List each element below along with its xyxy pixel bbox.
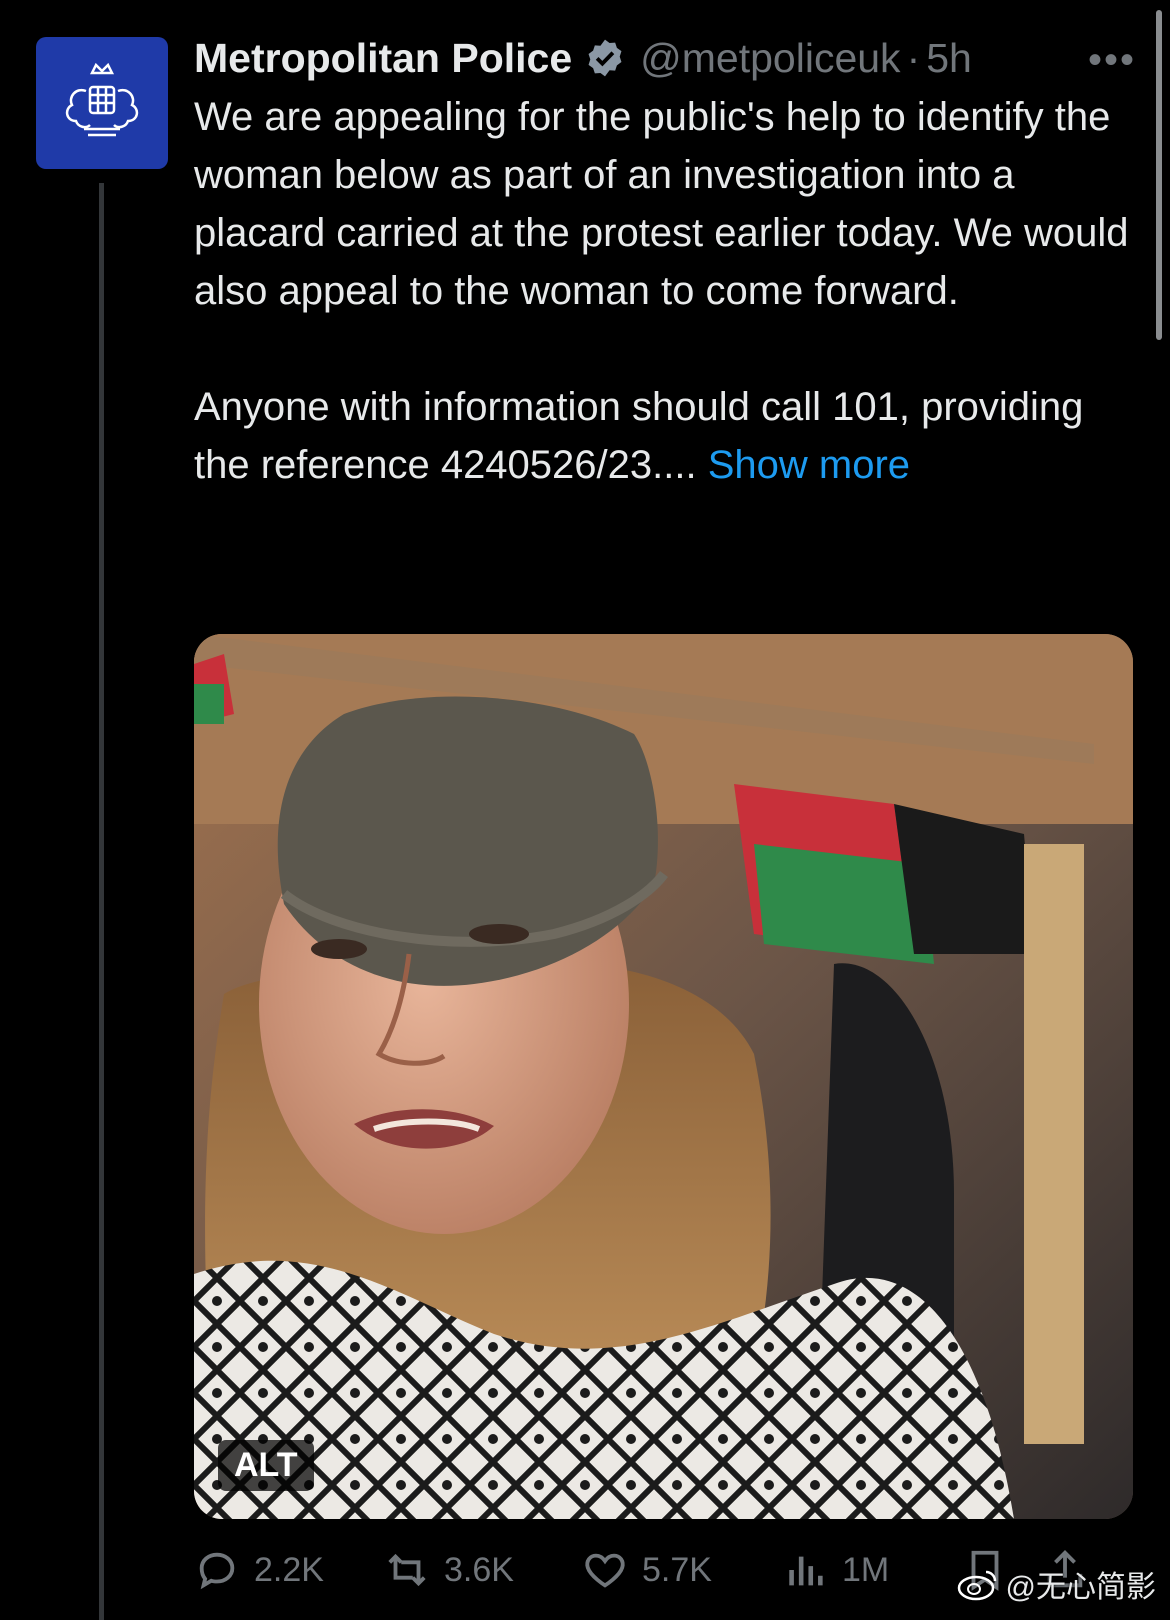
tweet-header: Metropolitan Police @metpoliceuk · 5h [194, 30, 1144, 86]
views-count: 1M [842, 1550, 890, 1589]
tweet-paragraph-2-text: Anyone with information should call 101,… [194, 385, 1084, 487]
photo-content [194, 634, 1133, 1519]
reply-button[interactable]: 2.2K [194, 1547, 384, 1593]
thread-line [99, 183, 104, 1620]
scrollbar[interactable] [1156, 10, 1162, 340]
repost-count: 3.6K [444, 1550, 514, 1589]
verified-badge-icon [588, 39, 622, 77]
tweet-text: We are appealing for the public's help t… [194, 88, 1129, 494]
reply-count: 2.2K [254, 1550, 324, 1589]
show-more-link[interactable]: Show more [708, 443, 910, 487]
police-crest-icon [65, 62, 139, 137]
tweet-photo[interactable]: ALT [194, 634, 1133, 1519]
tweet-paragraph-1: We are appealing for the public's help t… [194, 95, 1129, 313]
more-options-icon[interactable]: ••• [1088, 38, 1136, 83]
separator-dot: · [906, 34, 921, 81]
heart-icon [585, 1553, 625, 1588]
watermark: @无心简影 [956, 1562, 1156, 1606]
views-bar-chart-icon [789, 1556, 823, 1586]
repost-icon [388, 1553, 426, 1587]
tweet-paragraph-2: Anyone with information should call 101,… [194, 378, 1129, 494]
like-count: 5.7K [642, 1550, 712, 1589]
views-button[interactable]: 1M [782, 1547, 962, 1593]
watermark-text: @无心简影 [1005, 1571, 1156, 1604]
reply-icon [199, 1552, 235, 1590]
like-button[interactable]: 5.7K [582, 1547, 782, 1593]
avatar[interactable] [36, 37, 168, 169]
weibo-logo-icon [957, 1570, 996, 1601]
alt-badge[interactable]: ALT [218, 1440, 314, 1491]
repost-button[interactable]: 3.6K [384, 1547, 582, 1593]
timestamp[interactable]: 5h [926, 35, 972, 82]
author-handle[interactable]: @metpoliceuk [640, 35, 900, 82]
author-name[interactable]: Metropolitan Police [194, 35, 572, 82]
